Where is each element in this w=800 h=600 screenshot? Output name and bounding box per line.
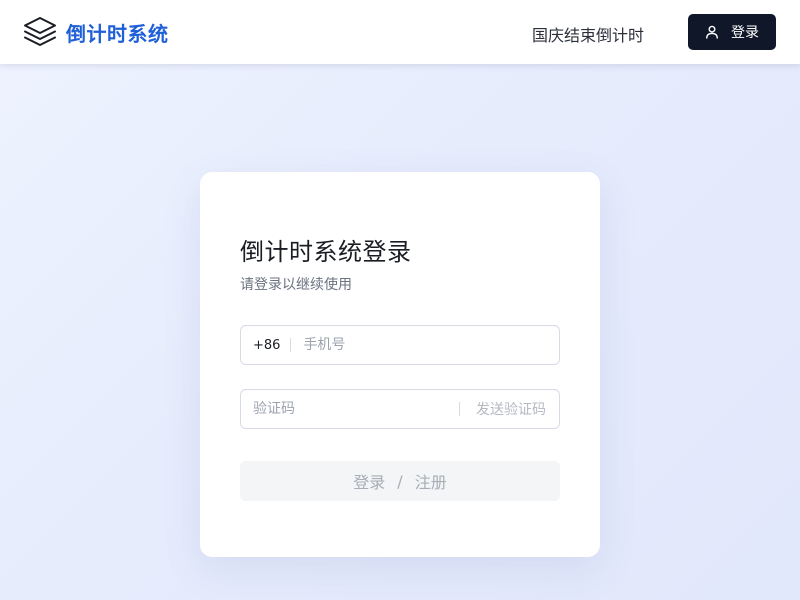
login-card: 倒计时系统登录 请登录以继续使用 +86 发送验证码 登录 / 注册 xyxy=(200,172,600,557)
logo[interactable]: 倒计时系统 xyxy=(22,14,169,50)
header-login-button[interactable]: 登录 xyxy=(688,14,776,50)
login-title: 倒计时系统登录 xyxy=(240,238,412,266)
verification-code-input[interactable] xyxy=(253,390,453,428)
divider xyxy=(459,402,460,416)
phone-input[interactable] xyxy=(303,326,544,364)
submit-separator: / xyxy=(397,471,403,491)
user-icon xyxy=(706,25,718,39)
stacked-layers-icon xyxy=(24,17,56,46)
phone-field: +86 xyxy=(240,325,560,365)
country-code-prefix[interactable]: +86 xyxy=(253,338,280,353)
submit-register-label: 注册 xyxy=(414,473,447,492)
nav-countdown-link[interactable]: 国庆结束倒计时 xyxy=(532,22,644,46)
submit-login-label: 登录 xyxy=(353,473,386,492)
login-register-button[interactable]: 登录 / 注册 xyxy=(240,461,560,501)
divider xyxy=(290,338,292,352)
code-field: 发送验证码 xyxy=(240,389,560,429)
app-title: 倒计时系统 xyxy=(66,21,169,46)
header-login-label: 登录 xyxy=(731,25,759,41)
send-code-button[interactable]: 发送验证码 xyxy=(476,399,546,419)
top-header: 倒计时系统 国庆结束倒计时 登录 xyxy=(0,0,800,64)
login-subtitle: 请登录以继续使用 xyxy=(240,277,352,293)
